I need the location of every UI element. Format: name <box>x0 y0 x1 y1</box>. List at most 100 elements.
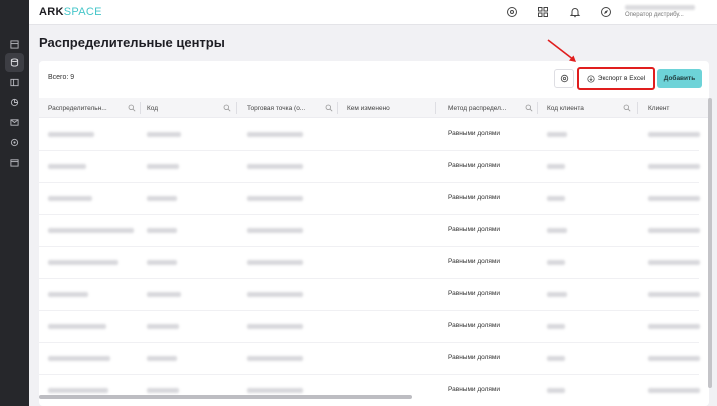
compass-icon[interactable] <box>599 5 613 19</box>
redacted-cell <box>247 132 303 137</box>
redacted-cell <box>247 228 303 233</box>
column-separator[interactable] <box>637 102 638 114</box>
table-row[interactable]: Равными долями <box>39 215 700 247</box>
table-row[interactable]: Равными долями <box>39 375 700 406</box>
column-header-code[interactable]: Код <box>147 98 231 118</box>
redacted-cell <box>648 292 700 297</box>
redacted-cell <box>247 260 303 265</box>
sidebar-item-box-icon[interactable] <box>5 35 24 54</box>
redacted-cell <box>247 388 303 393</box>
sidebar-item-database-icon[interactable] <box>5 53 24 72</box>
table-row[interactable]: Равными долями <box>39 247 700 279</box>
table-header: Распределительн... Код Торговая точка (о… <box>39 98 709 118</box>
redacted-cell <box>147 260 177 265</box>
method-cell: Равными долями <box>448 322 501 329</box>
redacted-cell <box>48 260 118 265</box>
table-row[interactable]: Равными долями <box>39 119 700 151</box>
table-row[interactable]: Равными долями <box>39 279 700 311</box>
vertical-scrollbar[interactable] <box>708 98 712 388</box>
redacted-cell <box>547 292 567 297</box>
redacted-cell <box>648 132 700 137</box>
redacted-cell <box>147 324 179 329</box>
support-icon[interactable] <box>505 5 519 19</box>
method-cell: Равными долями <box>448 130 501 137</box>
sidebar-item-mail-icon[interactable] <box>5 113 24 132</box>
sidebar-item-calendar-icon[interactable] <box>5 153 24 172</box>
page-title: Распределительные центры <box>39 35 225 50</box>
search-icon[interactable] <box>128 104 136 112</box>
content-card: Всего: 9 Экспорт в Excel Добавить Распре… <box>39 61 709 406</box>
redacted-cell <box>648 388 700 393</box>
redacted-cell <box>147 164 179 169</box>
search-icon[interactable] <box>525 104 533 112</box>
sidebar-item-chart-icon[interactable] <box>5 93 24 112</box>
redacted-cell <box>547 388 565 393</box>
export-excel-button[interactable]: Экспорт в Excel <box>577 67 655 90</box>
redacted-cell <box>648 260 700 265</box>
redacted-cell <box>648 324 700 329</box>
column-separator[interactable] <box>140 102 141 114</box>
search-icon[interactable] <box>623 104 631 112</box>
redacted-cell <box>547 324 565 329</box>
export-excel-label: Экспорт в Excel <box>597 75 646 82</box>
method-cell: Равными долями <box>448 386 501 393</box>
method-cell: Равными долями <box>448 290 501 297</box>
redacted-cell <box>147 196 177 201</box>
redacted-cell <box>648 164 700 169</box>
table-row[interactable]: Равными долями <box>39 311 700 343</box>
redacted-cell <box>247 196 303 201</box>
sidebar-item-settings-icon[interactable] <box>5 133 24 152</box>
add-button[interactable]: Добавить <box>657 69 702 88</box>
redacted-cell <box>648 228 700 233</box>
redacted-cell <box>547 356 565 361</box>
redacted-cell <box>648 196 700 201</box>
column-settings-button[interactable] <box>554 69 574 88</box>
column-header-distribution-center[interactable]: Распределительн... <box>48 98 136 118</box>
redacted-cell <box>147 356 177 361</box>
table-row[interactable]: Равными долями <box>39 343 700 375</box>
total-count: Всего: 9 <box>48 74 75 81</box>
method-cell: Равными долями <box>448 194 501 201</box>
table-row[interactable]: Равными долями <box>39 183 700 215</box>
annotation-arrow <box>547 39 576 62</box>
method-cell: Равными долями <box>448 258 501 265</box>
column-header-client-code[interactable]: Код клиента <box>547 98 631 118</box>
user-role: Оператор дистрибу... <box>625 12 684 18</box>
redacted-cell <box>247 164 303 169</box>
redacted-cell <box>547 164 565 169</box>
column-header-changed-by[interactable]: Кем изменено <box>347 98 437 118</box>
column-header-outlet[interactable]: Торговая точка (о... <box>247 98 333 118</box>
user-profile[interactable]: Оператор дистрибу... <box>625 5 717 21</box>
search-icon[interactable] <box>325 104 333 112</box>
apps-grid-icon[interactable] <box>536 5 550 19</box>
method-cell: Равными долями <box>448 354 501 361</box>
table-row[interactable]: Равными долями <box>39 151 700 183</box>
logo[interactable]: ARKSPACE <box>39 6 102 18</box>
gear-icon <box>560 74 568 83</box>
redacted-cell <box>547 132 567 137</box>
horizontal-scrollbar[interactable] <box>39 395 412 399</box>
search-icon[interactable] <box>223 104 231 112</box>
redacted-cell <box>147 388 179 393</box>
redacted-cell <box>48 164 86 169</box>
redacted-cell <box>147 228 177 233</box>
redacted-cell <box>547 228 567 233</box>
column-header-client[interactable]: Клиент <box>648 98 703 118</box>
redacted-cell <box>247 324 303 329</box>
sidebar-item-layout-icon[interactable] <box>5 73 24 92</box>
column-separator[interactable] <box>236 102 237 114</box>
redacted-cell <box>48 132 94 137</box>
method-cell: Равными долями <box>448 162 501 169</box>
column-separator[interactable] <box>435 102 436 114</box>
column-separator[interactable] <box>537 102 538 114</box>
redacted-cell <box>547 196 565 201</box>
redacted-cell <box>48 292 88 297</box>
redacted-cell <box>48 388 108 393</box>
bell-icon[interactable] <box>568 5 582 19</box>
redacted-cell <box>147 292 181 297</box>
redacted-cell <box>147 132 181 137</box>
method-cell: Равными долями <box>448 226 501 233</box>
column-separator[interactable] <box>337 102 338 114</box>
redacted-cell <box>48 228 134 233</box>
column-header-method[interactable]: Метод распредел... <box>448 98 533 118</box>
